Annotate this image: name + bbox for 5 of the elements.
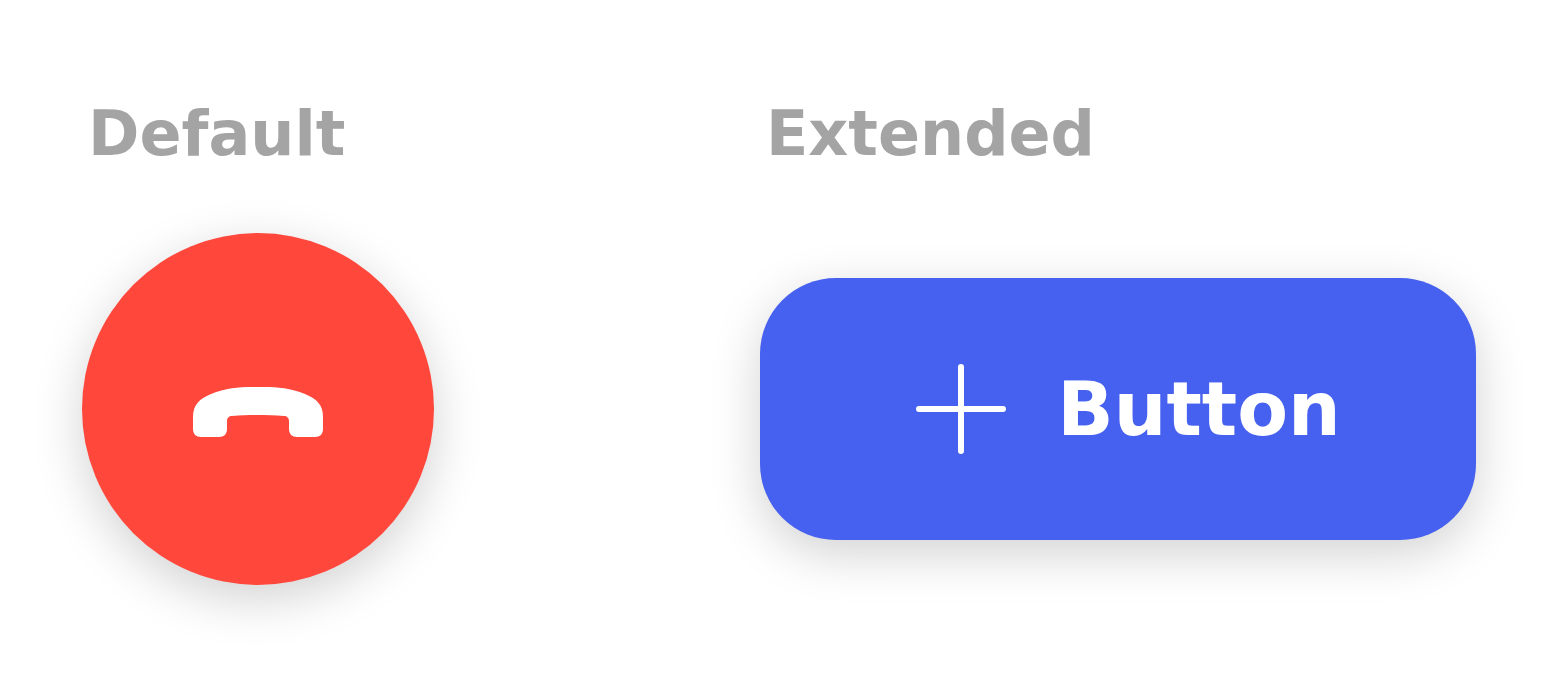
extended-button[interactable]: Button: [760, 278, 1476, 540]
section-heading: Extended: [765, 96, 1095, 172]
plus-icon: [915, 363, 1008, 455]
phone-icon: [191, 385, 325, 439]
section-heading: Default: [87, 96, 346, 172]
